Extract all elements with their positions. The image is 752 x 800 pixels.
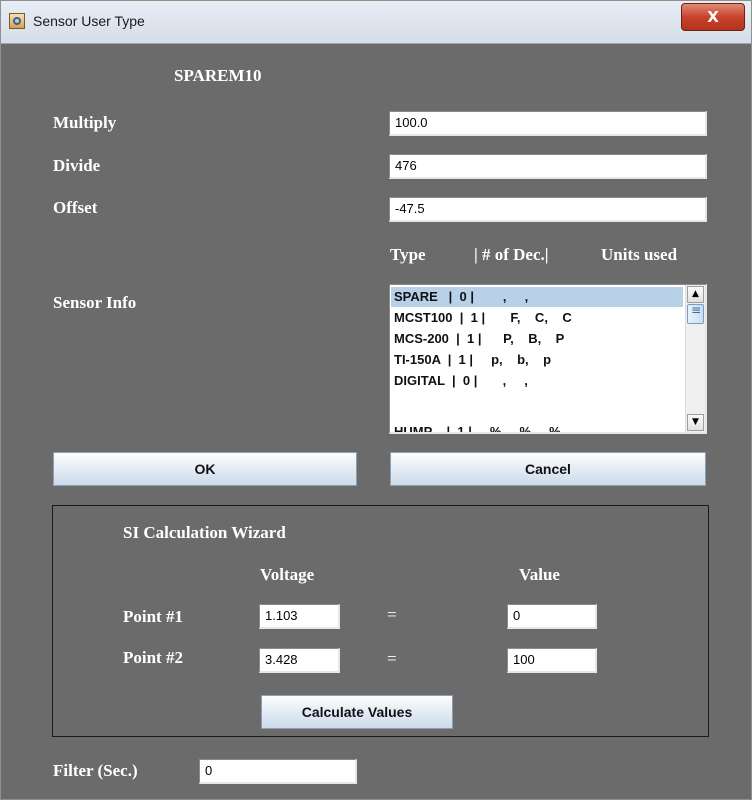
window-title: Sensor User Type (33, 13, 145, 29)
close-button[interactable]: X (681, 3, 745, 31)
list-header-units: Units used (601, 245, 678, 264)
offset-input[interactable]: -47.5 (389, 197, 707, 222)
divide-label: Divide (53, 156, 101, 175)
java-cup-icon (9, 13, 25, 29)
point2-value-input[interactable]: 100 (507, 648, 597, 673)
list-header-type: Type (390, 245, 426, 264)
value-header: Value (519, 565, 560, 584)
point1-value-input[interactable]: 0 (507, 604, 597, 629)
point1-label: Point #1 (123, 607, 183, 626)
sensor-name: SPAREM10 (174, 66, 262, 85)
wizard-title: SI Calculation Wizard (123, 523, 286, 542)
offset-label: Offset (53, 198, 98, 217)
point2-label: Point #2 (123, 648, 183, 667)
sensor-type-list[interactable]: SPARE | 0 | , , MCST100 | 1 | F, C, C MC… (389, 284, 707, 434)
calculate-values-button[interactable]: Calculate Values (261, 695, 453, 729)
point1-equals: = (387, 605, 397, 624)
list-item[interactable]: MCS-200 | 1 | P, B, P (391, 329, 683, 349)
list-item[interactable]: MCST100 | 1 | F, C, C (391, 308, 683, 328)
scroll-down-icon[interactable]: ▼ (687, 414, 704, 431)
sensor-info-label: Sensor Info (53, 293, 137, 312)
multiply-label: Multiply (53, 113, 117, 132)
divide-input[interactable]: 476 (389, 154, 707, 179)
cancel-button[interactable]: Cancel (390, 452, 706, 486)
point2-voltage-input[interactable]: 3.428 (259, 648, 340, 673)
list-item[interactable]: SPARE | 0 | , , (391, 287, 683, 307)
point2-equals: = (387, 649, 397, 668)
list-header-decimals: | # of Dec.| (474, 245, 549, 264)
list-item[interactable]: TI-150A | 1 | p, b, p (391, 350, 683, 370)
sensor-user-type-dialog: Sensor User Type X SPAREM10 Multiply 100… (0, 0, 752, 800)
scroll-up-icon[interactable]: ▲ (687, 286, 704, 303)
filter-label: Filter (Sec.) (53, 761, 138, 780)
multiply-input[interactable]: 100.0 (389, 111, 707, 136)
list-item[interactable]: DIGITAL | 0 | , , (391, 371, 683, 391)
si-calculation-wizard: SI Calculation Wizard Voltage Value Poin… (52, 505, 709, 737)
list-item[interactable]: HUMP | 1 | %, %, % (391, 422, 683, 432)
list-scrollbar[interactable]: ▲ ▼ (685, 285, 705, 432)
scroll-thumb[interactable] (687, 303, 704, 324)
point1-voltage-input[interactable]: 1.103 (259, 604, 340, 629)
voltage-header: Voltage (260, 565, 315, 584)
filter-input[interactable]: 0 (199, 759, 357, 784)
title-bar[interactable]: Sensor User Type X (1, 1, 751, 44)
ok-button[interactable]: OK (53, 452, 357, 486)
